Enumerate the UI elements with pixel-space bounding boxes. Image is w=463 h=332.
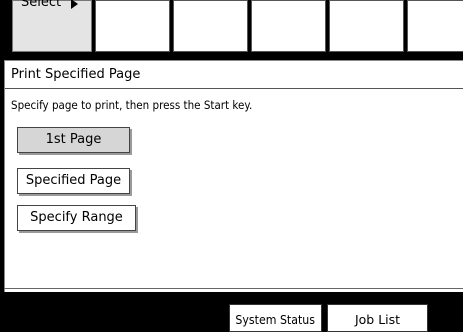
- first-page-button[interactable]: 1st Page: [17, 127, 130, 153]
- system-status-button[interactable]: System Status: [229, 304, 322, 332]
- tab-strip: Select: [0, 0, 463, 60]
- specify-range-button[interactable]: Specify Range: [17, 205, 136, 231]
- tab-select-label: Select: [21, 0, 62, 10]
- job-list-button[interactable]: Job List: [327, 304, 428, 332]
- panel-title-bar: Print Specified Page: [5, 61, 463, 89]
- system-status-label: System Status: [235, 312, 316, 327]
- tab-6[interactable]: [407, 0, 463, 52]
- bottom-bar: System Status Job List: [0, 298, 463, 332]
- tab-select[interactable]: Select: [12, 0, 92, 52]
- main-panel: Print Specified Page Specify page to pri…: [0, 60, 463, 298]
- tab-4[interactable]: [251, 0, 326, 52]
- printer-screen: Select Print Specified Page Specify page…: [0, 0, 463, 332]
- page-title: Print Specified Page: [11, 67, 141, 82]
- tab-2[interactable]: [95, 0, 170, 52]
- specified-page-button[interactable]: Specified Page: [17, 168, 130, 194]
- tab-3[interactable]: [173, 0, 248, 52]
- panel-body: Print Specified Page Specify page to pri…: [4, 60, 463, 292]
- arrow-right-icon: [71, 0, 78, 9]
- tab-5[interactable]: [329, 0, 404, 52]
- divider: [4, 288, 463, 289]
- instruction-text: Specify page to print, then press the St…: [11, 98, 253, 112]
